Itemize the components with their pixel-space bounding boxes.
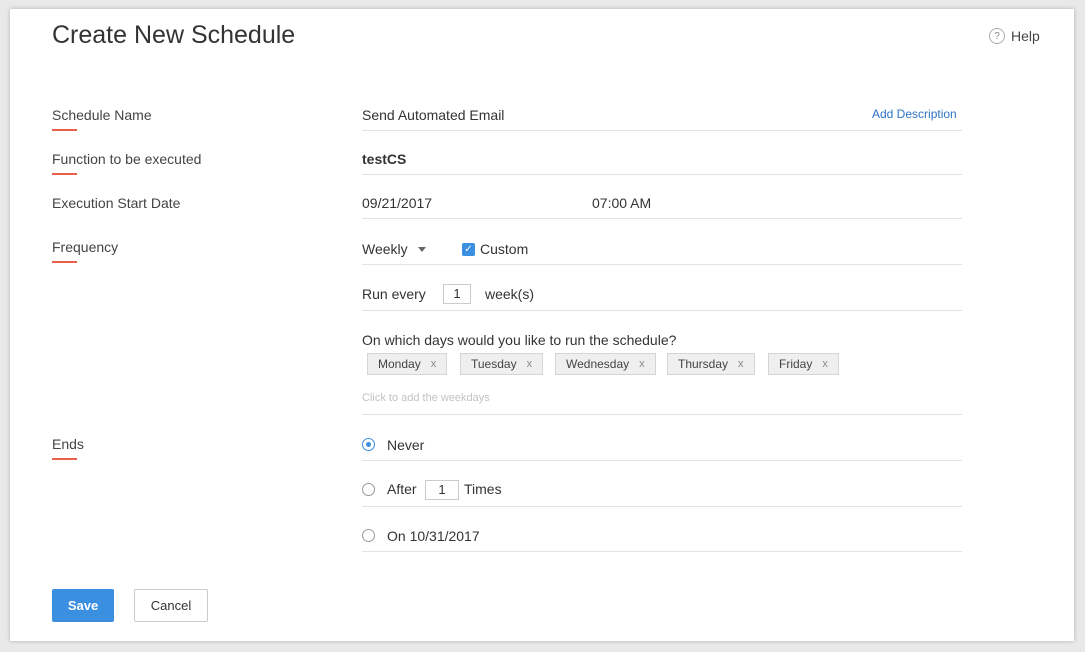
- help-label: Help: [1011, 28, 1040, 44]
- divider: [362, 174, 962, 175]
- day-tag-label: Wednesday: [566, 357, 630, 371]
- remove-icon[interactable]: x: [639, 358, 645, 370]
- label-underline: [52, 261, 77, 263]
- function-label-text: Function to be executed: [52, 151, 202, 167]
- day-tag-wednesday: Wednesday x: [555, 353, 656, 375]
- custom-label: Custom: [480, 241, 529, 257]
- divider: [362, 414, 962, 415]
- frequency-value: Weekly: [362, 241, 408, 257]
- divider: [362, 130, 962, 131]
- add-weekdays-input[interactable]: Click to add the weekdays: [362, 392, 490, 404]
- label-underline: [52, 458, 77, 460]
- ends-label-text: Ends: [52, 436, 84, 452]
- ends-after-count-input[interactable]: 1: [425, 480, 459, 500]
- day-tag-label: Thursday: [678, 357, 729, 371]
- ends-on-date-label[interactable]: On 10/31/2017: [387, 528, 480, 544]
- day-tag-friday: Friday x: [768, 353, 839, 375]
- run-every-unit: week(s): [485, 286, 535, 302]
- checkmark-icon: ✓: [462, 242, 475, 256]
- label-underline: [52, 129, 77, 131]
- divider: [362, 460, 962, 461]
- remove-icon[interactable]: x: [431, 358, 437, 370]
- schedule-name-field[interactable]: Send Automated Email: [362, 107, 504, 123]
- run-every-label: Run every: [362, 286, 426, 302]
- ends-on-date-radio[interactable]: [362, 529, 375, 542]
- day-tag-thursday: Thursday x: [667, 353, 755, 375]
- label-underline: [52, 173, 77, 175]
- day-tag-monday: Monday x: [367, 353, 448, 375]
- remove-icon[interactable]: x: [822, 358, 828, 370]
- frequency-label: Frequency: [52, 239, 118, 263]
- page-title: Create New Schedule: [52, 21, 296, 49]
- start-date-label-text: Execution Start Date: [52, 195, 181, 211]
- save-button[interactable]: Save: [52, 589, 114, 622]
- schedule-name-label-text: Schedule Name: [52, 107, 152, 123]
- ends-never-label: Never: [387, 437, 425, 453]
- start-date-label: Execution Start Date: [52, 195, 180, 211]
- ends-label: Ends: [52, 436, 84, 460]
- function-field[interactable]: testCS: [362, 151, 406, 167]
- day-tag-tuesday: Tuesday x: [460, 353, 544, 375]
- function-label: Function to be executed: [52, 151, 201, 175]
- add-description-link[interactable]: Add Description: [872, 107, 957, 121]
- divider: [362, 264, 962, 265]
- day-tag-label: Monday: [378, 357, 421, 371]
- remove-icon[interactable]: x: [738, 358, 744, 370]
- days-question: On which days would you like to run the …: [362, 332, 677, 348]
- frequency-label-text: Frequency: [52, 239, 119, 255]
- frequency-dropdown[interactable]: Weekly: [362, 241, 426, 257]
- chevron-down-icon: [417, 246, 426, 252]
- divider: [362, 310, 962, 311]
- schedule-dialog: Create New Schedule ? Help Schedule Name…: [10, 9, 1074, 641]
- custom-checkbox[interactable]: ✓ Custom: [462, 241, 528, 257]
- divider: [362, 506, 962, 507]
- remove-icon[interactable]: x: [527, 358, 533, 370]
- run-every-input[interactable]: 1: [443, 284, 471, 304]
- divider: [362, 218, 962, 219]
- start-time-field[interactable]: 07:00 AM: [592, 195, 651, 211]
- ends-after-unit: Times: [464, 481, 502, 497]
- divider: [362, 551, 962, 552]
- cancel-button[interactable]: Cancel: [134, 589, 208, 622]
- help-link[interactable]: ? Help: [989, 28, 1040, 44]
- schedule-name-label: Schedule Name: [52, 107, 152, 131]
- ends-never-radio[interactable]: [362, 438, 375, 451]
- ends-after-radio[interactable]: [362, 483, 375, 496]
- start-date-field[interactable]: 09/21/2017: [362, 195, 432, 211]
- day-tag-label: Friday: [779, 357, 813, 371]
- day-tag-label: Tuesday: [471, 357, 517, 371]
- ends-after-label: After: [387, 481, 417, 497]
- question-icon: ?: [989, 28, 1005, 44]
